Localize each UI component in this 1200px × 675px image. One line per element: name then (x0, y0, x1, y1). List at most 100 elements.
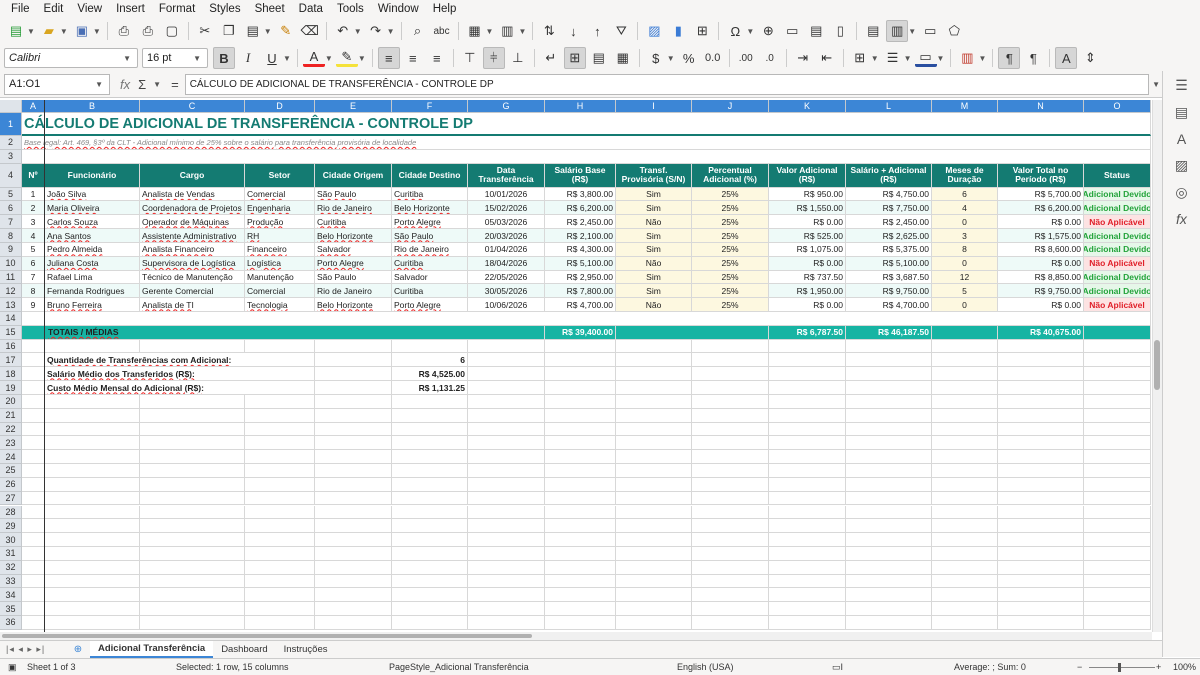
menu-data[interactable]: Data (292, 3, 330, 15)
grid-cell[interactable] (392, 436, 468, 451)
grid-cell[interactable] (140, 491, 245, 506)
grid-cell[interactable] (392, 450, 468, 465)
gallery-icon[interactable]: ▨ (1175, 157, 1188, 174)
totals-blank[interactable] (1084, 325, 1151, 340)
grid-cell[interactable] (22, 464, 45, 478)
row-header-32[interactable]: 32 (0, 560, 22, 575)
zoom-slider[interactable] (1089, 667, 1155, 668)
grid-cell[interactable] (140, 422, 245, 437)
grid-cell[interactable] (245, 574, 315, 589)
grid-cell[interactable] (932, 353, 998, 368)
menu-window[interactable]: Window (371, 3, 426, 15)
row-header-19[interactable]: 19 (0, 381, 22, 395)
totals-salario[interactable]: R$ 39,400.00 (545, 325, 616, 340)
grid-cell[interactable] (468, 519, 545, 534)
grid-cell[interactable] (616, 464, 692, 478)
grid-cell[interactable] (22, 408, 45, 423)
sort-descending-icon[interactable]: ↑ (586, 20, 608, 42)
grid-cell[interactable] (616, 574, 692, 589)
table-cell[interactable]: Carlos Souza (45, 215, 140, 230)
grid-cell[interactable] (1084, 408, 1151, 423)
align-right-icon[interactable]: ≡ (426, 47, 448, 69)
table-cell[interactable]: Salvador (392, 270, 468, 285)
zoom-slider-thumb[interactable] (1118, 663, 1121, 672)
table-cell[interactable]: Belo Horizonte (315, 298, 392, 312)
grid-cell[interactable] (315, 560, 392, 575)
grid-cell[interactable] (140, 464, 245, 478)
summary-value[interactable]: 6 (392, 353, 468, 368)
autofilter-icon[interactable]: ⛛ (610, 20, 632, 42)
grid-cell[interactable] (769, 560, 846, 575)
grid-cell[interactable] (545, 574, 616, 589)
table-cell[interactable]: R$ 9,750.00 (998, 284, 1084, 299)
table-cell[interactable]: Manutenção (245, 270, 315, 285)
table-cell[interactable]: 3 (932, 229, 998, 243)
grid-cell[interactable] (616, 533, 692, 547)
table-cell[interactable]: Sim (616, 187, 692, 202)
grid-cell[interactable] (769, 339, 846, 354)
grid-cell[interactable] (692, 574, 769, 589)
grid-cell[interactable] (140, 450, 245, 465)
table-cell[interactable]: Não (616, 298, 692, 312)
borders-dropdown-icon[interactable]: ▼ (871, 54, 879, 63)
row-dropdown-icon[interactable]: ▼ (486, 27, 494, 36)
grid-cell[interactable] (392, 477, 468, 492)
table-cell[interactable]: Adicional Devido (1084, 270, 1151, 285)
grid-cell[interactable] (692, 477, 769, 492)
table-cell[interactable]: Engenharia (245, 201, 315, 216)
grid-cell[interactable] (315, 422, 392, 437)
freeze-columns-icon[interactable]: ▥ (886, 20, 909, 42)
grid-cell[interactable] (932, 477, 998, 492)
grid-cell[interactable] (998, 560, 1084, 575)
grid-cell[interactable] (140, 394, 245, 409)
table-cell[interactable]: 8 (22, 284, 45, 299)
wrap-text-icon[interactable]: ↵ (540, 47, 562, 69)
grid-cell[interactable] (140, 505, 245, 520)
table-cell[interactable]: Não (616, 256, 692, 271)
border-color-icon[interactable]: ▭ (914, 49, 937, 67)
grid-cell[interactable] (932, 394, 998, 409)
table-cell[interactable]: R$ 737.50 (769, 270, 846, 285)
grid-cell[interactable] (1084, 505, 1151, 520)
row-header-25[interactable]: 25 (0, 464, 22, 478)
column-header-e[interactable]: E (315, 100, 392, 113)
table-cell[interactable]: Analista Financeiro (140, 242, 245, 257)
row-header-35[interactable]: 35 (0, 602, 22, 617)
table-cell[interactable]: 0 (932, 298, 998, 312)
blank-row[interactable] (22, 312, 1151, 326)
grid-cell[interactable] (932, 381, 998, 395)
grid-cell[interactable] (998, 546, 1084, 561)
table-cell[interactable]: 25% (692, 242, 769, 257)
zoom-in-icon[interactable]: + (1156, 662, 1161, 672)
grid-cell[interactable] (545, 491, 616, 506)
grid-cell[interactable] (545, 422, 616, 437)
column-label[interactable]: Nº (22, 163, 45, 188)
row-header-11[interactable]: 11 (0, 270, 22, 285)
table-cell[interactable]: R$ 3,800.00 (545, 187, 616, 202)
grid-cell[interactable] (846, 546, 932, 561)
table-cell[interactable]: 25% (692, 187, 769, 202)
table-cell[interactable]: Porto Alegre (392, 215, 468, 230)
grid-cell[interactable] (468, 602, 545, 617)
row-header-13[interactable]: 13 (0, 298, 22, 312)
grid-cell[interactable] (245, 394, 315, 409)
row-header-4[interactable]: 4 (0, 163, 22, 188)
grid-cell[interactable] (616, 602, 692, 617)
column-label[interactable]: Salário Base (R$) (545, 163, 616, 188)
row-header-21[interactable]: 21 (0, 408, 22, 423)
totals-periodo[interactable]: R$ 40,675.00 (998, 325, 1084, 340)
summary-value[interactable]: R$ 4,525.00 (392, 367, 468, 382)
table-cell[interactable]: R$ 0.00 (769, 256, 846, 271)
grid-cell[interactable] (545, 450, 616, 465)
special-character-dropdown-icon[interactable]: ▼ (746, 27, 754, 36)
grid-cell[interactable] (45, 602, 140, 617)
grid-cell[interactable] (22, 394, 45, 409)
grid-cell[interactable] (846, 505, 932, 520)
table-cell[interactable]: R$ 5,700.00 (998, 187, 1084, 202)
grid-cell[interactable] (1084, 436, 1151, 451)
font-size-box[interactable]: 16 pt ▼ (142, 48, 208, 68)
align-bottom-icon[interactable]: ⊥ (507, 47, 529, 69)
grid-cell[interactable] (846, 353, 932, 368)
totals-label[interactable]: TOTAIS / MÉDIAS (22, 325, 545, 340)
grid-cell[interactable] (22, 367, 45, 382)
